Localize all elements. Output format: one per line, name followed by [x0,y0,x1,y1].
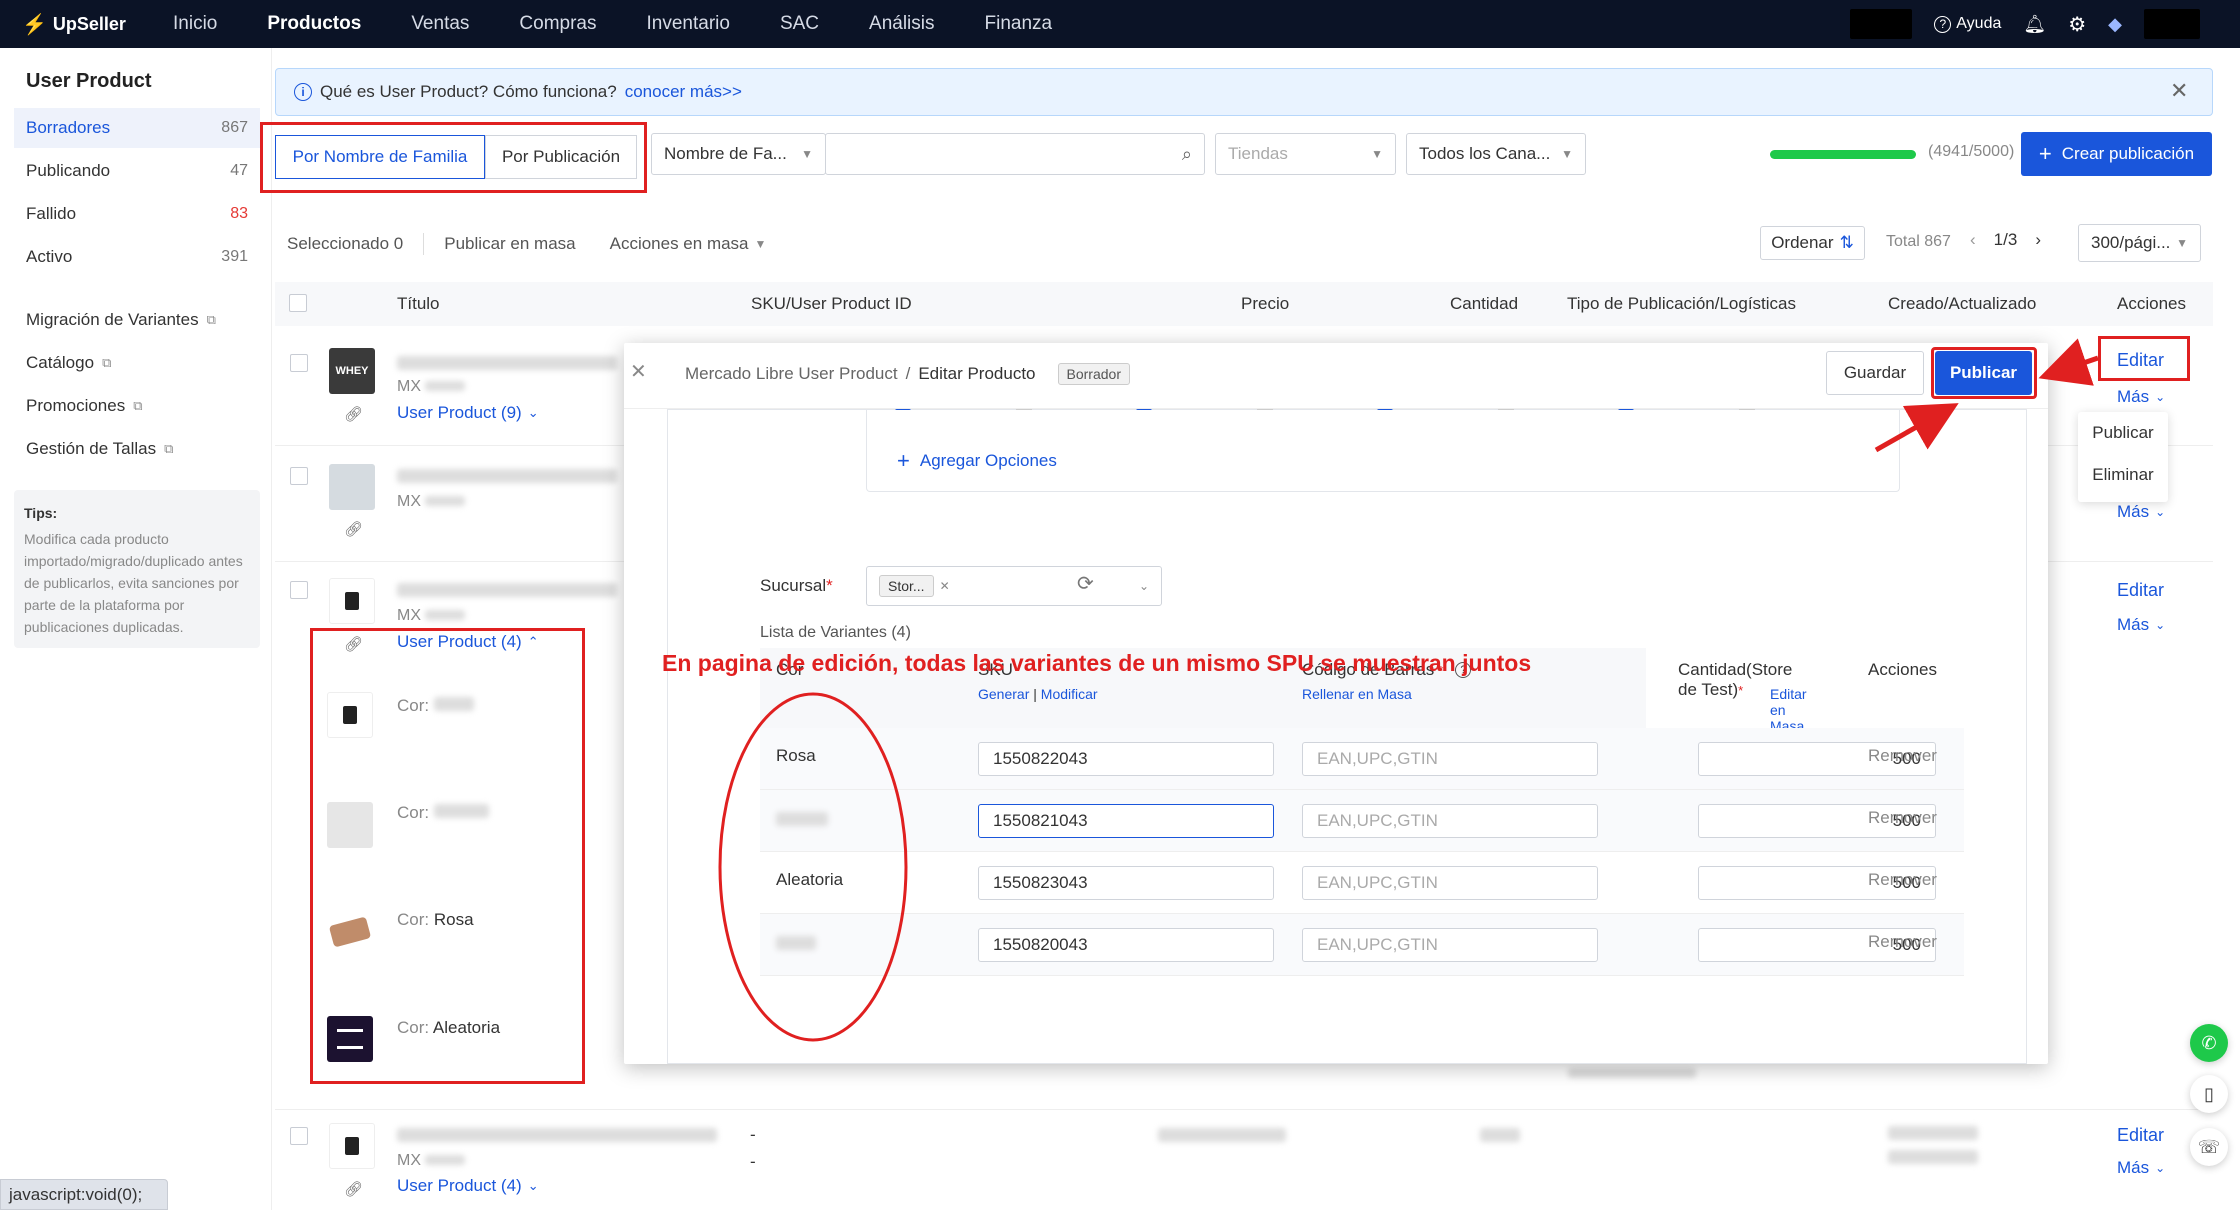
chat-icon[interactable]: ✆ [2190,1024,2228,1062]
annotation-arrows [1874,338,2099,453]
mobile-icon[interactable]: ▯ [2190,1075,2228,1113]
arrow-up-to-publish [1874,403,1959,453]
whatsapp-icon[interactable]: ☏ [2190,1128,2228,1166]
arrow-to-publish [2038,338,2099,386]
